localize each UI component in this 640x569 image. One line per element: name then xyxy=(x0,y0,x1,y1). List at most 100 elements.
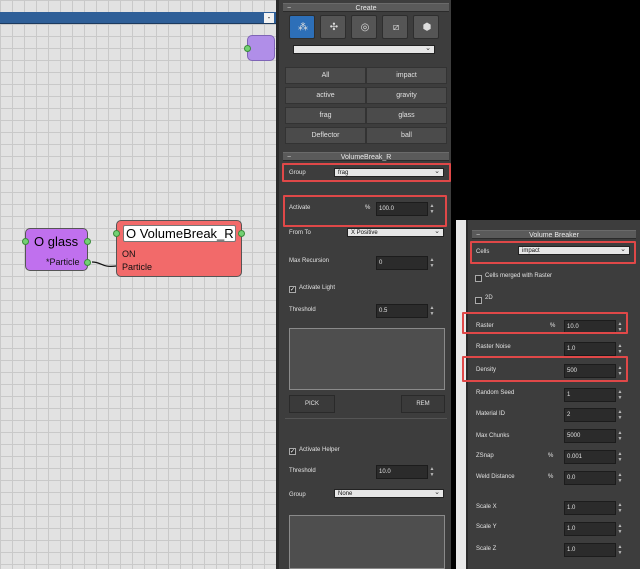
two-d-checkbox[interactable] xyxy=(475,297,482,304)
scale-x-spinner[interactable]: 1.0 ▲ ▼ xyxy=(564,501,622,515)
group-button-ball[interactable]: ball xyxy=(366,127,447,144)
spinner-arrows-icon[interactable]: ▲ ▼ xyxy=(616,409,624,421)
raster-label: Raster xyxy=(476,323,494,329)
weld-distance-unit: % xyxy=(548,474,554,480)
cells-value: impact xyxy=(522,248,540,254)
group-dropdown[interactable]: frag ⌄ xyxy=(334,168,444,177)
tool-cube[interactable]: ⬢ xyxy=(413,15,439,39)
output-port[interactable] xyxy=(84,259,91,266)
random-seed-value: 1 xyxy=(567,392,571,398)
zsnap-unit: % xyxy=(548,453,554,459)
threshold-value: 0.5 xyxy=(379,308,388,314)
light-list-box[interactable] xyxy=(289,328,445,390)
spinner-arrows-icon[interactable]: ▲ ▼ xyxy=(616,472,624,484)
panel-gap xyxy=(456,220,466,569)
spinner-arrows-icon[interactable]: ▲ ▼ xyxy=(616,451,624,463)
create-header[interactable]: − Create xyxy=(283,3,449,12)
input-port[interactable] xyxy=(22,238,29,245)
spinner-arrows-icon[interactable]: ▲ ▼ xyxy=(616,523,624,535)
graph-toolbar-button[interactable]: - xyxy=(264,13,274,23)
zsnap-spinner[interactable]: 0.001 ▲ ▼ xyxy=(564,450,622,464)
volume-breaker-header[interactable]: − Volume Breaker xyxy=(472,230,636,239)
collapse-icon[interactable]: − xyxy=(476,231,480,240)
random-seed-spinner[interactable]: 1 ▲ ▼ xyxy=(564,388,622,402)
collapse-icon[interactable]: − xyxy=(287,153,291,162)
output-port[interactable] xyxy=(238,230,245,237)
scale-x-label: Scale X xyxy=(476,504,497,510)
spinner-arrows-icon[interactable]: ▲ ▼ xyxy=(616,365,624,377)
spinner-arrows-icon[interactable]: ▲ ▼ xyxy=(616,544,624,556)
group-button-deflector[interactable]: Deflector xyxy=(285,127,366,144)
helper-group-dropdown[interactable]: None ⌄ xyxy=(334,489,444,498)
spinner-arrows-icon[interactable]: ▲ ▼ xyxy=(616,502,624,514)
cells-dropdown[interactable]: impact ⌄ xyxy=(518,246,630,255)
group-button-all[interactable]: All xyxy=(285,67,366,84)
raster-noise-spinner[interactable]: 1.0 ▲ ▼ xyxy=(564,342,622,356)
activate-helper-checkbox[interactable]: ✓ xyxy=(289,448,296,455)
group-button-gravity[interactable]: gravity xyxy=(366,87,447,104)
material-id-spinner[interactable]: 2 ▲ ▼ xyxy=(564,408,622,422)
from-to-dropdown[interactable]: X Positive ⌄ xyxy=(347,228,444,237)
group-button-active[interactable]: active xyxy=(285,87,366,104)
helper-list-box[interactable] xyxy=(289,515,445,569)
threshold-spinner[interactable]: 0.5 ▲ ▼ xyxy=(376,304,434,318)
cells-merged-label: Cells merged with Raster xyxy=(485,273,553,279)
node-graph-canvas[interactable]: - O glass *Particle O VolumeBreak_R ON P… xyxy=(0,0,276,569)
graph-toolbar: - xyxy=(0,12,276,24)
two-d-label: 2D xyxy=(485,295,493,301)
spinner-arrows-icon[interactable]: ▲ ▼ xyxy=(428,466,436,478)
cells-label: Cells xyxy=(476,249,490,255)
spinner-arrows-icon[interactable]: ▲ ▼ xyxy=(616,389,624,401)
weld-distance-spinner[interactable]: 0.0 ▲ ▼ xyxy=(564,471,622,485)
activate-spinner[interactable]: 100.0 ▲ ▼ xyxy=(376,202,434,216)
input-port[interactable] xyxy=(113,230,120,237)
node-subtitle: *Particle xyxy=(46,257,80,267)
volumebreak-header[interactable]: − VolumeBreak_R xyxy=(283,152,449,161)
chevron-down-icon: ⌄ xyxy=(434,168,440,175)
group-label: Group xyxy=(289,170,306,176)
helper-threshold-spinner[interactable]: 10.0 ▲ ▼ xyxy=(376,465,434,479)
pick-button[interactable]: PICK xyxy=(289,395,335,413)
node-volumebreak[interactable]: O VolumeBreak_R ON Particle xyxy=(113,220,245,277)
tool-slice[interactable]: ⧄ xyxy=(382,15,408,39)
input-port[interactable] xyxy=(244,45,251,52)
spinner-arrows-icon[interactable]: ▲ ▼ xyxy=(428,257,436,269)
max-recursion-label: Max Recursion xyxy=(289,258,330,264)
spinner-arrows-icon[interactable]: ▲ ▼ xyxy=(616,321,624,333)
rem-button[interactable]: REM xyxy=(401,395,445,413)
max-recursion-spinner[interactable]: 0 ▲ ▼ xyxy=(376,256,434,270)
raster-unit: % xyxy=(550,323,556,329)
node-glass[interactable]: O glass *Particle xyxy=(22,228,91,271)
group-button-frag[interactable]: frag xyxy=(285,107,366,124)
scale-y-value: 1.0 xyxy=(567,526,576,532)
max-recursion-value: 0 xyxy=(379,260,383,266)
spinner-arrows-icon[interactable]: ▲ ▼ xyxy=(428,203,436,215)
group-button-glass[interactable]: glass xyxy=(366,107,447,124)
zsnap-label: ZSnap xyxy=(476,453,494,459)
raster-spinner[interactable]: 10.0 ▲ ▼ xyxy=(564,320,622,334)
density-spinner[interactable]: 500 ▲ ▼ xyxy=(564,364,622,378)
scale-y-spinner[interactable]: 1.0 ▲ ▼ xyxy=(564,522,622,536)
node-title-field[interactable]: O VolumeBreak_R xyxy=(123,225,236,242)
tool-force[interactable]: ✣ xyxy=(320,15,346,39)
create-type-dropdown[interactable]: ⌄ xyxy=(293,45,435,54)
activate-value: 100.0 xyxy=(379,206,395,212)
tool-target[interactable]: ◎ xyxy=(351,15,377,39)
collapse-icon[interactable]: − xyxy=(287,4,291,13)
group-button-impact[interactable]: impact xyxy=(366,67,447,84)
random-seed-label: Random Seed xyxy=(476,390,515,396)
spinner-arrows-icon[interactable]: ▲ ▼ xyxy=(616,343,624,355)
max-chunks-value: 5000 xyxy=(567,433,581,439)
max-chunks-spinner[interactable]: 5000 ▲ ▼ xyxy=(564,429,622,443)
node-partial-top[interactable] xyxy=(244,35,275,61)
tool-particle-group[interactable]: ⁂ xyxy=(289,15,315,39)
scale-z-spinner[interactable]: 1.0 ▲ ▼ xyxy=(564,543,622,557)
spinner-arrows-icon[interactable]: ▲ ▼ xyxy=(616,430,624,442)
output-port[interactable] xyxy=(84,238,91,245)
cells-merged-checkbox[interactable] xyxy=(475,275,482,282)
spinner-arrows-icon[interactable]: ▲ ▼ xyxy=(428,305,436,317)
node-status: ON xyxy=(122,249,136,259)
chevron-down-icon: ⌄ xyxy=(434,489,440,496)
activate-light-checkbox[interactable]: ✓ xyxy=(289,286,296,293)
create-header-label: Create xyxy=(355,5,377,12)
